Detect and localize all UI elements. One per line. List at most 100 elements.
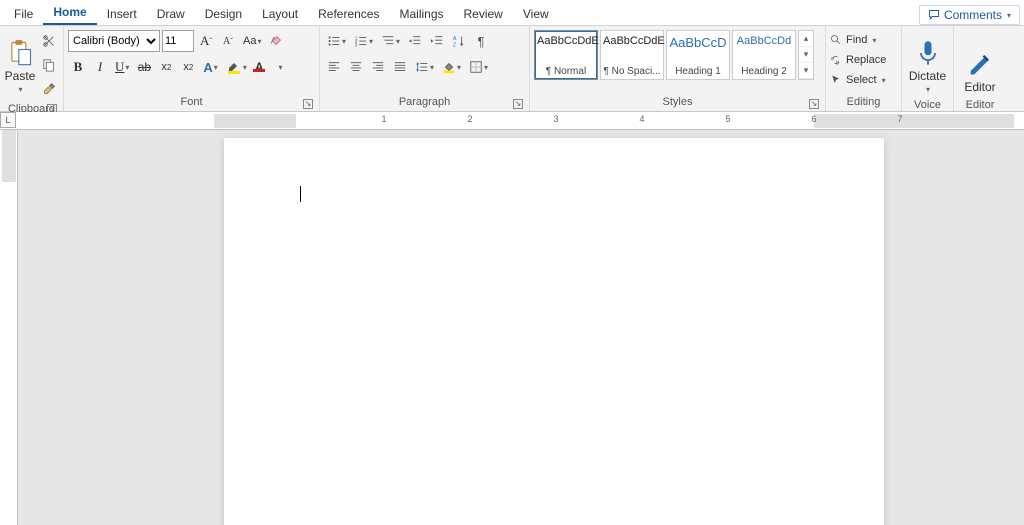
style-name: ¶ Normal <box>537 66 595 77</box>
underline-button[interactable]: U▾ <box>112 56 132 78</box>
font-name-select[interactable]: Calibri (Body) <box>68 30 160 52</box>
styles-scroll-down[interactable]: ▾ <box>799 47 813 63</box>
format-painter-button[interactable] <box>39 78 59 100</box>
styles-launcher[interactable]: ↘ <box>809 99 819 109</box>
replace-button[interactable]: abReplace <box>830 50 886 70</box>
dictate-button[interactable]: Dictate ▾ <box>906 30 949 96</box>
clear-formatting-button[interactable]: A <box>266 30 286 52</box>
indent-icon <box>430 34 444 48</box>
group-label-font: Font <box>180 96 202 108</box>
editor-button[interactable]: Editor <box>958 30 1002 96</box>
svg-text:A: A <box>453 36 457 42</box>
text-effects-button[interactable]: A▾ <box>200 56 220 78</box>
text-cursor <box>300 186 301 202</box>
style-normal[interactable]: AaBbCcDdE ¶ Normal <box>534 30 598 80</box>
chevron-down-icon: ▾ <box>18 85 22 94</box>
increase-indent-button[interactable] <box>427 30 447 52</box>
search-icon <box>830 34 842 46</box>
ribbon-tabbar: File Home Insert Draw Design Layout Refe… <box>0 0 1024 26</box>
tab-view[interactable]: View <box>513 3 559 25</box>
tab-home[interactable]: Home <box>43 1 96 25</box>
sort-icon: AZ <box>452 34 466 48</box>
tab-file[interactable]: File <box>4 3 43 25</box>
paint-bucket-icon <box>442 60 456 74</box>
style-sample: AaBbCcDdE <box>537 35 595 47</box>
dictate-label: Dictate <box>909 69 946 83</box>
tab-layout[interactable]: Layout <box>252 3 308 25</box>
font-launcher[interactable]: ↘ <box>303 99 313 109</box>
tab-design[interactable]: Design <box>195 3 252 25</box>
numbering-button[interactable]: 123▾ <box>351 30 376 52</box>
bold-button[interactable]: B <box>68 56 88 78</box>
paste-button[interactable]: Paste ▾ <box>4 30 36 96</box>
change-case-button[interactable]: Aa▾ <box>240 30 264 52</box>
multilevel-list-button[interactable]: ▾ <box>378 30 403 52</box>
document-canvas[interactable] <box>18 130 1024 525</box>
ruler-ticks: 1 2 3 4 5 6 7 <box>224 114 1024 128</box>
styles-scroll: ▴ ▾ ▾ <box>798 30 814 80</box>
align-left-icon <box>327 60 341 74</box>
cut-button[interactable] <box>39 30 59 52</box>
numbering-icon: 123 <box>354 34 368 48</box>
styles-scroll-up[interactable]: ▴ <box>799 31 813 47</box>
strikethrough-button[interactable]: ab <box>134 56 154 78</box>
sort-button[interactable]: AZ <box>449 30 469 52</box>
borders-button[interactable]: ▾ <box>466 56 491 78</box>
align-right-button[interactable] <box>368 56 388 78</box>
svg-text:a: a <box>831 56 834 62</box>
tab-draw[interactable]: Draw <box>147 3 195 25</box>
styles-expand[interactable]: ▾ <box>799 63 813 79</box>
tab-selector[interactable]: L <box>0 112 16 128</box>
font-size-input[interactable] <box>162 30 194 52</box>
microphone-icon <box>914 39 942 67</box>
highlight-button[interactable]: ▾ <box>223 56 250 78</box>
shading-button[interactable]: ▾ <box>439 56 464 78</box>
tab-insert[interactable]: Insert <box>97 3 147 25</box>
superscript-button[interactable]: x2 <box>178 56 198 78</box>
group-paragraph: ▾ 123▾ ▾ AZ ▾ ▾ ▾ Paragraph↘ <box>320 26 530 111</box>
font-color-button[interactable]: A▾ <box>252 56 286 78</box>
tab-references[interactable]: References <box>308 3 389 25</box>
comments-button[interactable]: Comments ▾ <box>919 5 1020 25</box>
comments-label: Comments <box>944 8 1002 22</box>
page[interactable] <box>224 138 884 525</box>
group-editor: Editor Editor <box>954 26 1006 111</box>
align-right-icon <box>371 60 385 74</box>
justify-button[interactable] <box>390 56 410 78</box>
ruler-horizontal[interactable]: L 1 2 3 4 5 6 7 <box>0 112 1024 130</box>
grow-font-button[interactable]: Aˆ <box>196 30 216 52</box>
group-font: Calibri (Body) Aˆ Aˇ Aa▾ A B I U▾ ab x2 … <box>64 26 320 111</box>
paragraph-launcher[interactable]: ↘ <box>513 99 523 109</box>
tab-review[interactable]: Review <box>454 3 513 25</box>
italic-button[interactable]: I <box>90 56 110 78</box>
editor-icon <box>966 50 994 78</box>
show-marks-button[interactable] <box>471 30 491 52</box>
group-voice: Dictate ▾ Voice <box>902 26 954 111</box>
style-no-spacing[interactable]: AaBbCcDdE ¶ No Spaci... <box>600 30 664 80</box>
copy-button[interactable] <box>39 54 59 76</box>
multilevel-icon <box>381 34 395 48</box>
subscript-button[interactable]: x2 <box>156 56 176 78</box>
align-left-button[interactable] <box>324 56 344 78</box>
select-button[interactable]: Select▾ <box>830 70 886 90</box>
style-sample: AaBbCcDd <box>735 35 793 47</box>
find-button[interactable]: Find▾ <box>830 30 876 50</box>
borders-icon <box>469 60 483 74</box>
style-sample: AaBbCcDdE <box>603 35 661 47</box>
svg-text:3: 3 <box>355 42 358 47</box>
group-editing: Find▾ abReplace Select▾ Editing <box>826 26 902 111</box>
bullets-button[interactable]: ▾ <box>324 30 349 52</box>
shrink-font-button[interactable]: Aˇ <box>218 30 238 52</box>
svg-text:A: A <box>271 36 277 46</box>
svg-text:Z: Z <box>453 42 457 48</box>
line-spacing-button[interactable]: ▾ <box>412 56 437 78</box>
style-heading2[interactable]: AaBbCcDd Heading 2 <box>732 30 796 80</box>
style-heading1[interactable]: AaBbCcD Heading 1 <box>666 30 730 80</box>
align-center-button[interactable] <box>346 56 366 78</box>
tab-mailings[interactable]: Mailings <box>389 3 453 25</box>
editor-label: Editor <box>964 80 995 94</box>
group-label-editing: Editing <box>847 96 881 108</box>
decrease-indent-button[interactable] <box>405 30 425 52</box>
highlighter-icon <box>226 59 242 75</box>
ruler-vertical[interactable] <box>0 130 18 525</box>
